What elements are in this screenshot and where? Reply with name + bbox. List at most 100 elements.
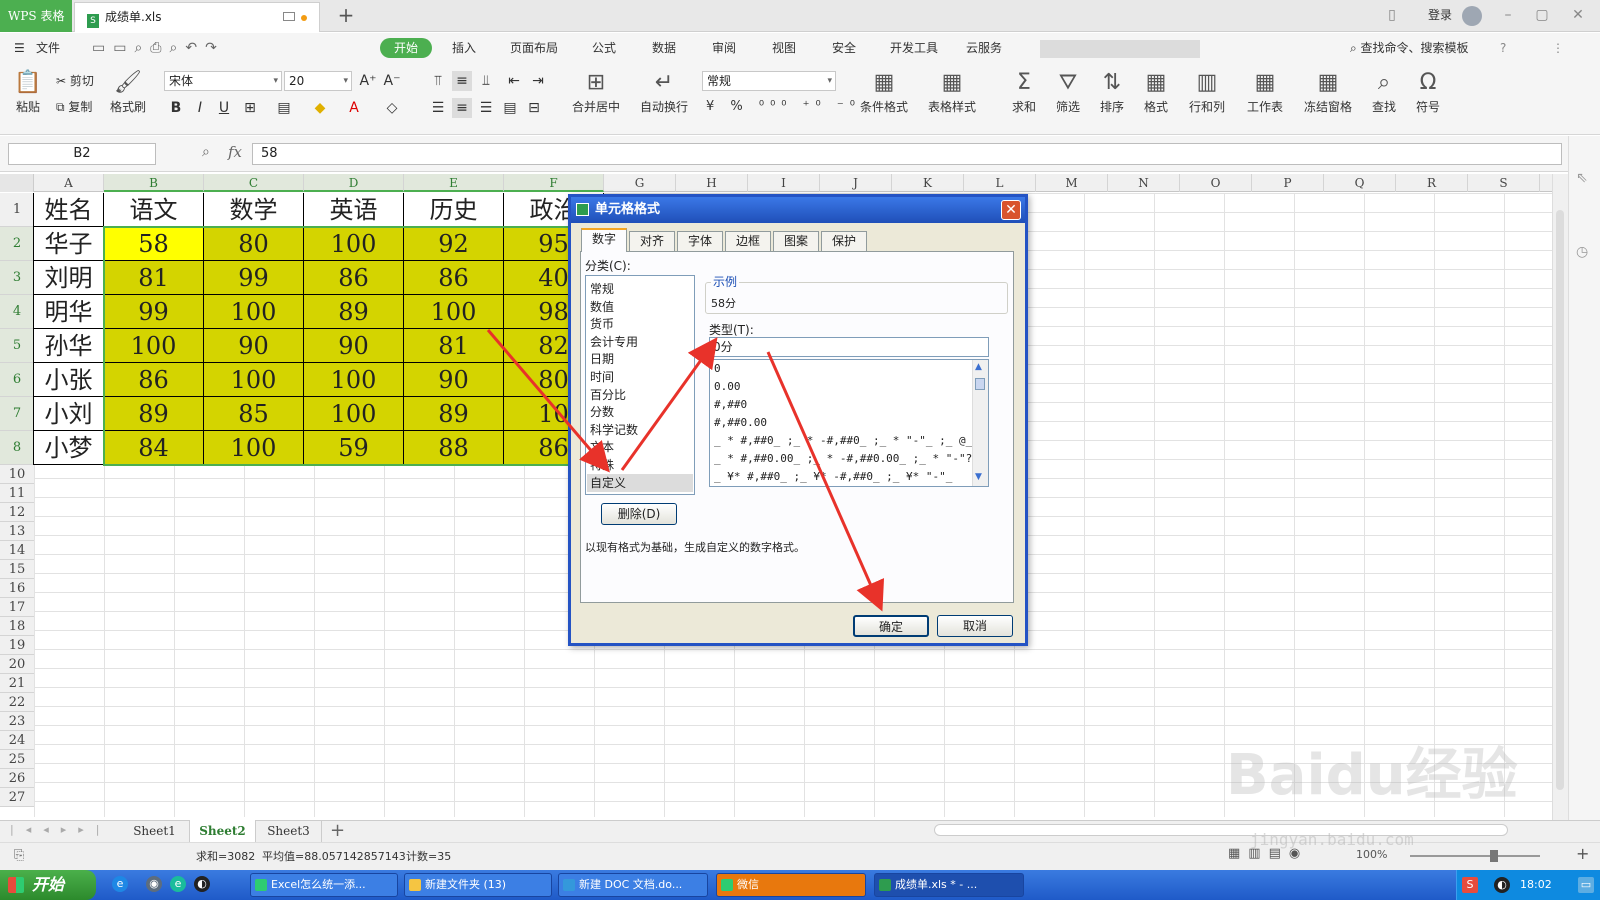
- zoom-level[interactable]: 100%: [1356, 848, 1387, 861]
- column-header-o[interactable]: O: [1180, 174, 1252, 192]
- name-cell[interactable]: 刘明: [34, 261, 104, 295]
- row-header-2[interactable]: 2: [0, 227, 34, 261]
- italic-icon[interactable]: I: [190, 98, 210, 118]
- cell-style-icon[interactable]: ▤: [274, 98, 294, 118]
- tab-pattern[interactable]: 图案: [773, 231, 819, 251]
- taskbar-item-doc[interactable]: 新建 DOC 文档.do...: [558, 873, 708, 897]
- score-cell[interactable]: 100: [404, 295, 504, 329]
- delete-button[interactable]: 删除(D): [601, 503, 677, 525]
- row-header-22[interactable]: 22: [0, 693, 34, 712]
- column-header-h[interactable]: H: [676, 174, 748, 192]
- zoom-slider-thumb[interactable]: [1490, 850, 1498, 862]
- row-header-18[interactable]: 18: [0, 617, 34, 636]
- row-header-4[interactable]: 4: [0, 295, 34, 329]
- border-icon[interactable]: ⊞: [240, 98, 260, 118]
- number-format-icons[interactable]: ¥ % ⁰⁰⁰ ⁺⁰ ⁻⁰: [706, 98, 861, 116]
- indent-increase-icon[interactable]: ⇥: [528, 71, 548, 91]
- tab-view[interactable]: 视图: [772, 33, 796, 63]
- file-menu[interactable]: 文件: [36, 33, 60, 63]
- underline-icon[interactable]: U: [214, 98, 234, 118]
- category-item[interactable]: 常规: [590, 280, 690, 298]
- row-header-8[interactable]: 8: [0, 431, 34, 465]
- category-item[interactable]: 会计专用: [590, 333, 690, 351]
- select-all-corner[interactable]: [0, 174, 34, 192]
- show-desktop-icon[interactable]: ▭: [1578, 877, 1594, 893]
- column-header-r[interactable]: R: [1396, 174, 1468, 192]
- tab-security[interactable]: 安全: [832, 33, 856, 63]
- header-cell[interactable]: 姓名: [34, 193, 104, 227]
- number-format-select[interactable]: 常规: [702, 71, 836, 91]
- name-box[interactable]: B2: [8, 143, 156, 165]
- score-cell[interactable]: 100: [304, 397, 404, 431]
- find-button[interactable]: ⌕ 查找: [1366, 70, 1402, 115]
- tray-app-icon[interactable]: S: [1462, 877, 1478, 893]
- app-tab[interactable]: WPS 表格: [0, 0, 72, 32]
- tab-insert[interactable]: 插入: [452, 33, 476, 63]
- row-header-16[interactable]: 16: [0, 579, 34, 598]
- scroll-thumb[interactable]: [975, 378, 985, 390]
- cancel-button[interactable]: 取消: [937, 615, 1013, 637]
- worksheet-button[interactable]: ▦ 工作表: [1242, 70, 1288, 115]
- format-item[interactable]: 0: [714, 362, 721, 375]
- row-header-23[interactable]: 23: [0, 712, 34, 731]
- row-header-17[interactable]: 17: [0, 598, 34, 617]
- row-header-10[interactable]: 10: [0, 465, 34, 484]
- indent-decrease-icon[interactable]: ⇤: [504, 71, 524, 91]
- category-item[interactable]: 百分比: [590, 386, 690, 404]
- column-header-m[interactable]: M: [1036, 174, 1108, 192]
- column-header-g[interactable]: G: [604, 174, 676, 192]
- header-cell[interactable]: 语文: [104, 193, 204, 227]
- row-header-27[interactable]: 27: [0, 788, 34, 807]
- dialog-title-bar[interactable]: 单元格格式: [571, 197, 1025, 223]
- tab-number[interactable]: 数字: [581, 228, 627, 252]
- row-header-11[interactable]: 11: [0, 484, 34, 503]
- score-cell[interactable]: 85: [204, 397, 304, 431]
- command-search[interactable]: ⌕ 查找命令、搜索模板: [1350, 33, 1469, 63]
- score-cell[interactable]: 100: [304, 363, 404, 397]
- type-input[interactable]: 0分: [709, 337, 989, 357]
- increase-font-icon[interactable]: A⁺: [358, 71, 378, 91]
- tab-developer[interactable]: 开发工具: [890, 33, 938, 63]
- tab-data[interactable]: 数据: [652, 33, 676, 63]
- conditional-format-button[interactable]: ▦ 条件格式: [854, 70, 914, 115]
- wrap-text-button[interactable]: ↵ 自动换行: [634, 70, 694, 115]
- login-link[interactable]: 登录: [1428, 0, 1452, 32]
- score-cell[interactable]: 84: [104, 431, 204, 465]
- score-cell[interactable]: 99: [104, 295, 204, 329]
- score-cell[interactable]: 89: [104, 397, 204, 431]
- tab-formulas[interactable]: 公式: [592, 33, 616, 63]
- name-cell[interactable]: 小梦: [34, 431, 104, 465]
- name-cell[interactable]: 小张: [34, 363, 104, 397]
- format-item[interactable]: #,##0.00: [714, 416, 767, 429]
- score-cell[interactable]: 81: [104, 261, 204, 295]
- monitor-icon[interactable]: [283, 12, 295, 21]
- category-item[interactable]: 时间: [590, 368, 690, 386]
- row-header-21[interactable]: 21: [0, 674, 34, 693]
- format-item[interactable]: _ * #,##0_ ;_ * -#,##0_ ;_ * "-"_ ;_ @_: [714, 434, 972, 447]
- side-history-icon[interactable]: ◷: [1576, 244, 1588, 260]
- start-button[interactable]: 开始: [0, 870, 96, 900]
- column-header-c[interactable]: C: [204, 174, 304, 192]
- format-type-list[interactable]: _ ¥* #,##0_ ;_ ¥* -#,##0_ ;_ ¥* "-"_ _ * …: [709, 359, 989, 487]
- tab-cloud[interactable]: 云服务: [966, 33, 1002, 63]
- category-list[interactable]: 常规 数值 货币 会计专用 日期 时间 百分比 分数 科学记数 文本 特殊 自定义: [585, 275, 695, 495]
- tab-border[interactable]: 边框: [725, 231, 771, 251]
- score-cell[interactable]: 59: [304, 431, 404, 465]
- category-item[interactable]: 科学记数: [590, 421, 690, 439]
- tab-protection[interactable]: 保护: [821, 231, 867, 251]
- category-item[interactable]: 日期: [590, 350, 690, 368]
- format-item[interactable]: _ ¥* #,##0_ ;_ ¥* -#,##0_ ;_ ¥* "-"_: [714, 470, 952, 483]
- distribute-icon[interactable]: ⊟: [524, 98, 544, 118]
- row-header-24[interactable]: 24: [0, 731, 34, 750]
- score-cell[interactable]: 86: [304, 261, 404, 295]
- taskbar-item-browser[interactable]: Excel怎么统一添...: [250, 873, 398, 897]
- avatar[interactable]: [1462, 6, 1482, 26]
- row-header-20[interactable]: 20: [0, 655, 34, 674]
- tab-font[interactable]: 字体: [677, 231, 723, 251]
- sort-button[interactable]: ⇅ 排序: [1094, 70, 1130, 115]
- score-cell[interactable]: 86: [104, 363, 204, 397]
- quicklaunch-icon-2[interactable]: ◉: [146, 876, 162, 892]
- symbol-button[interactable]: Ω 符号: [1410, 70, 1446, 115]
- font-color-icon[interactable]: A: [344, 98, 364, 118]
- font-size-select[interactable]: 20: [284, 71, 352, 91]
